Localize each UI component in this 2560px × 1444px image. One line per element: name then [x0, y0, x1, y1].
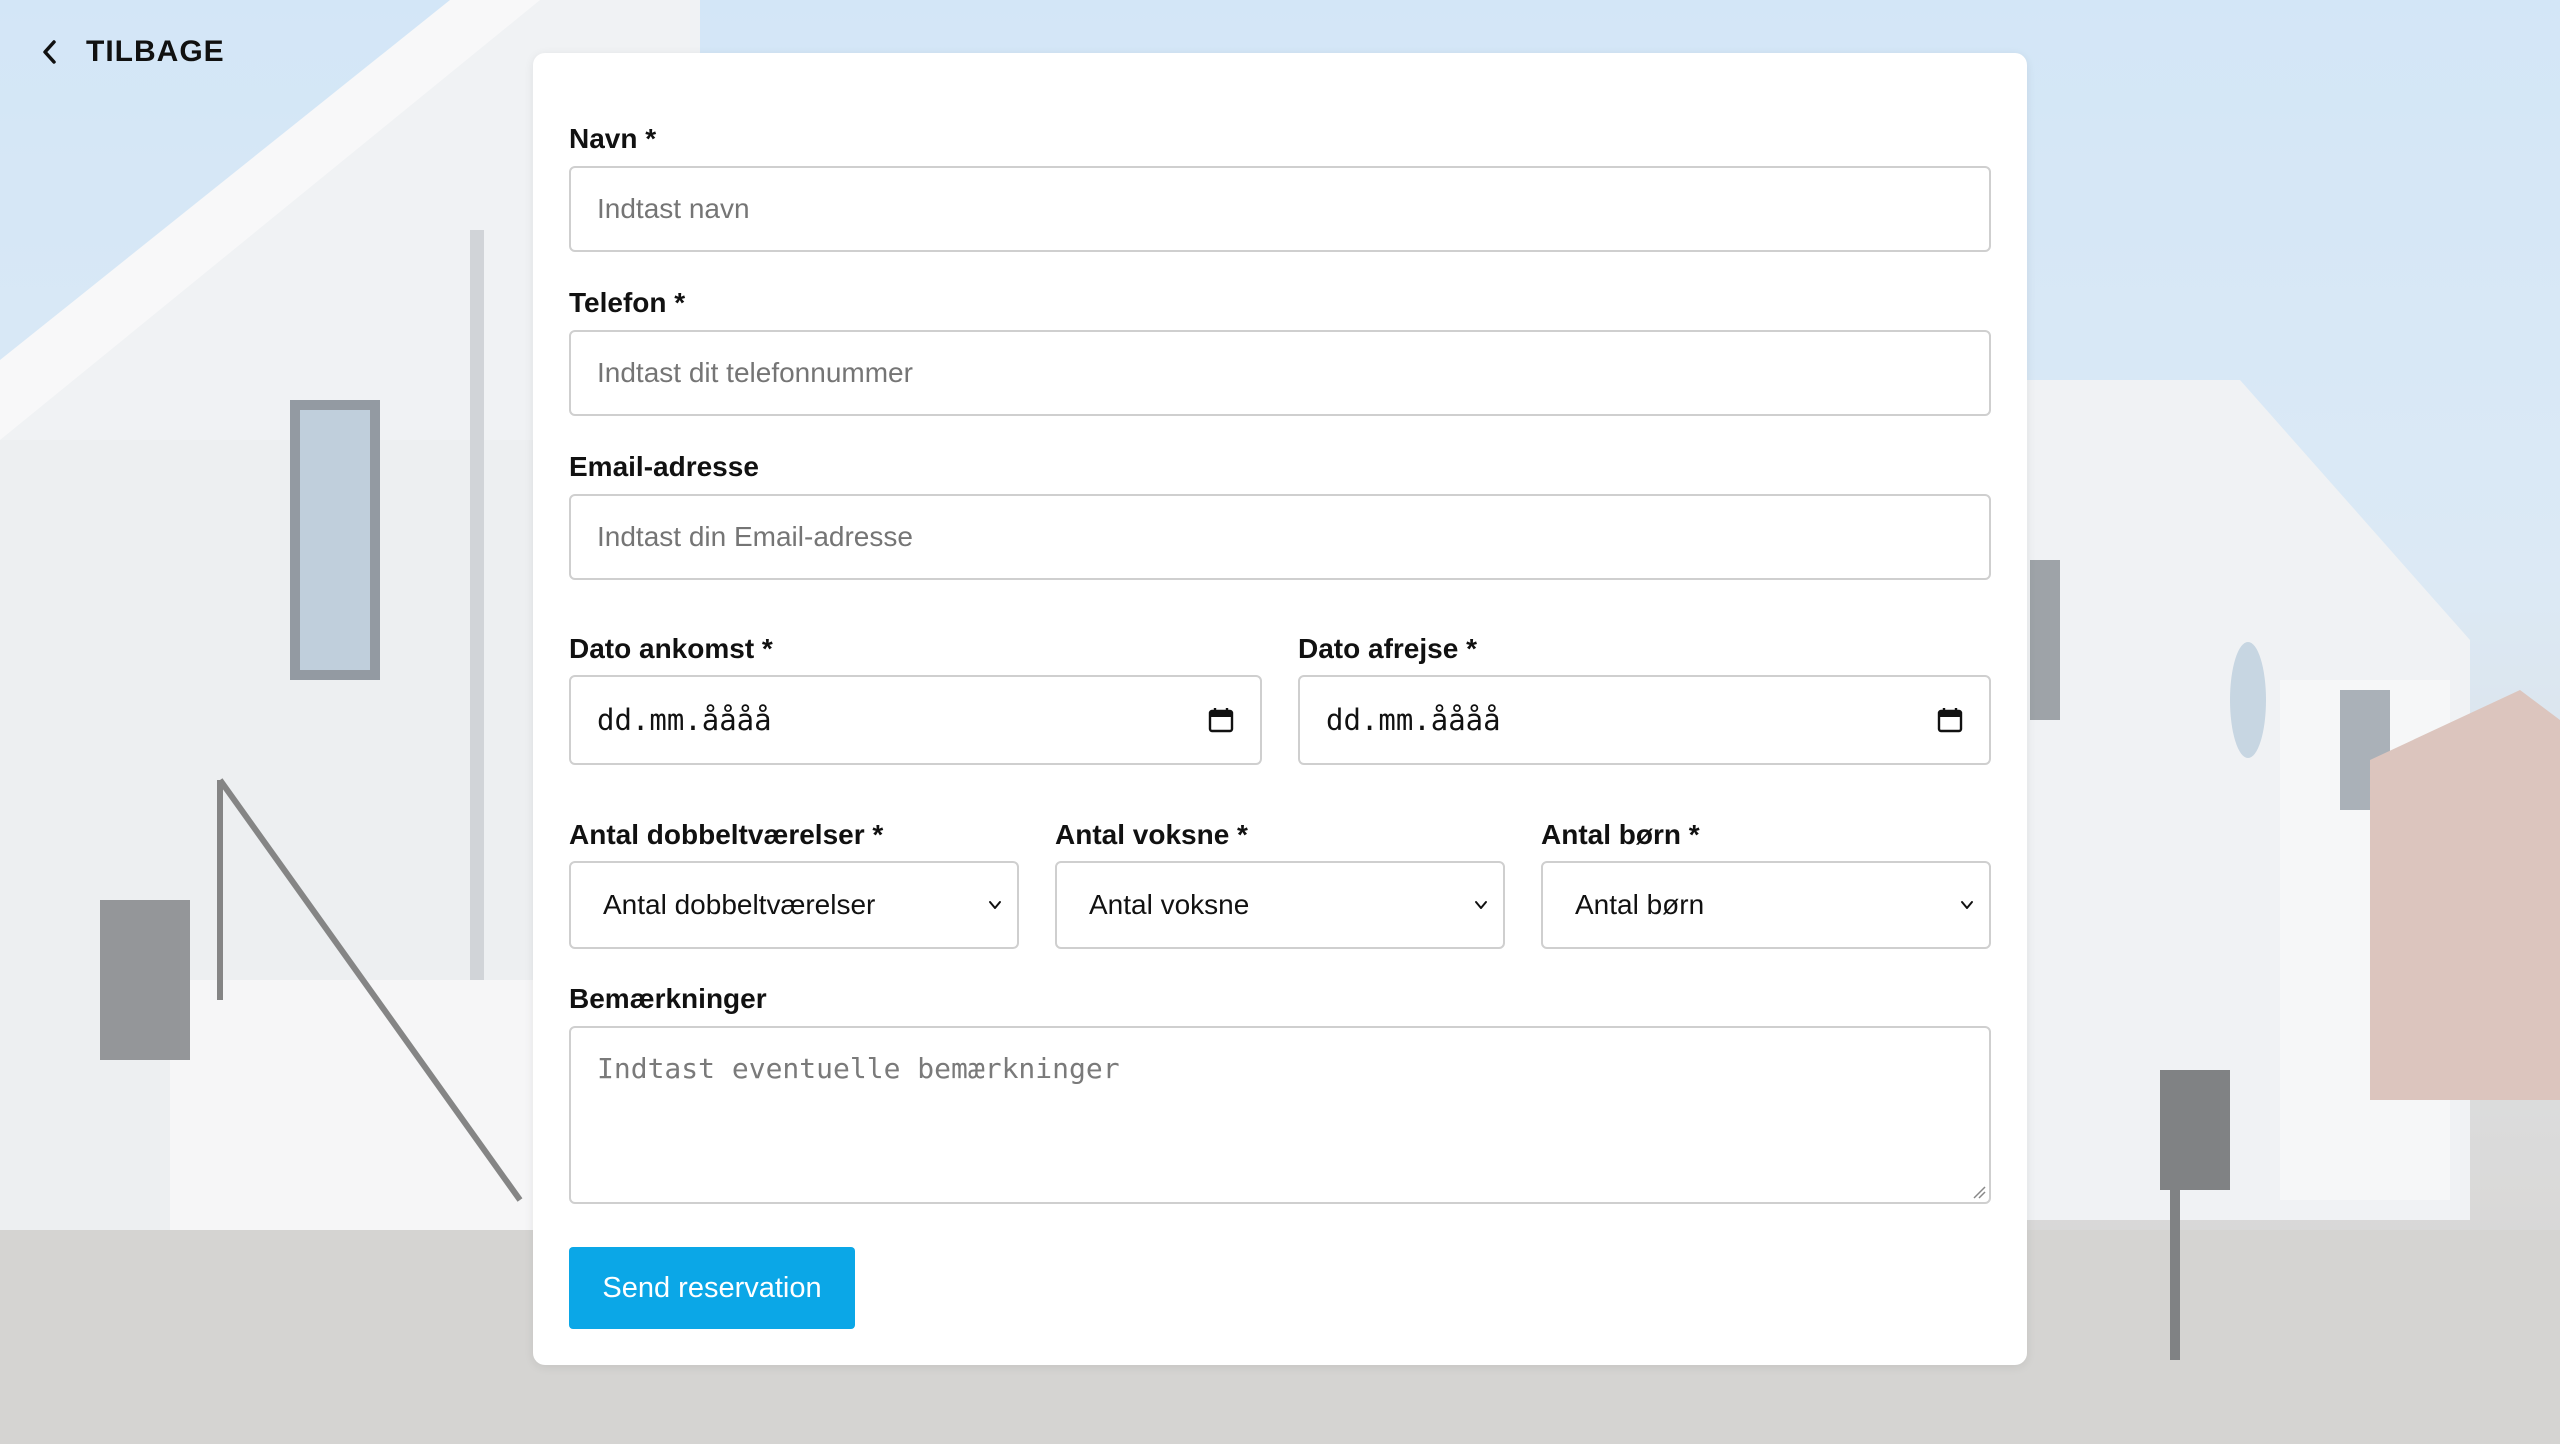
departure-date-input[interactable]: dd.mm.åååå	[1298, 675, 1991, 765]
back-link-label: TILBAGE	[86, 35, 225, 68]
arrival-date-input[interactable]: dd.mm.åååå	[569, 675, 1262, 765]
send-reservation-button[interactable]: Send reservation	[569, 1247, 855, 1329]
email-input[interactable]	[571, 496, 1989, 578]
arrival-date-label: Dato ankomst *	[569, 633, 773, 664]
chevron-down-icon	[1475, 901, 1487, 909]
name-label: Navn *	[569, 123, 657, 154]
rooms-select-value: Antal dobbeltværelser	[603, 889, 876, 920]
name-field-wrapper	[569, 166, 1991, 252]
email-field-wrapper	[569, 494, 1991, 580]
adults-select[interactable]: Antal voksne	[1055, 861, 1505, 949]
children-label: Antal børn *	[1541, 819, 1700, 850]
adults-select-value: Antal voksne	[1089, 889, 1250, 920]
children-select[interactable]: Antal børn	[1541, 861, 1991, 949]
chevron-down-icon	[1961, 901, 1973, 909]
back-link[interactable]: TILBAGE	[40, 28, 225, 76]
calendar-icon[interactable]	[1208, 707, 1234, 733]
phone-label: Telefon *	[569, 287, 686, 318]
reservation-form-card: Navn * Telefon * Email-adresse Dato anko…	[533, 53, 2027, 1365]
name-input[interactable]	[571, 168, 1989, 250]
remarks-field-wrapper	[569, 1026, 1991, 1204]
adults-label: Antal voksne *	[1055, 819, 1248, 850]
chevron-left-icon	[43, 40, 56, 64]
resize-grip-icon[interactable]	[1972, 1185, 1986, 1199]
children-select-value: Antal børn	[1575, 889, 1705, 920]
phone-field-wrapper	[569, 330, 1991, 416]
phone-input[interactable]	[571, 332, 1989, 414]
arrival-date-value: dd.mm.åååå	[597, 703, 772, 737]
rooms-label: Antal dobbeltværelser *	[569, 819, 884, 850]
chevron-down-icon	[989, 901, 1001, 909]
email-label: Email-adresse	[569, 451, 759, 482]
departure-date-label: Dato afrejse *	[1298, 633, 1477, 664]
calendar-icon[interactable]	[1937, 707, 1963, 733]
rooms-select[interactable]: Antal dobbeltværelser	[569, 861, 1019, 949]
departure-date-value: dd.mm.åååå	[1326, 703, 1501, 737]
remarks-label: Bemærkninger	[569, 983, 767, 1014]
remarks-textarea[interactable]	[571, 1028, 1989, 1202]
